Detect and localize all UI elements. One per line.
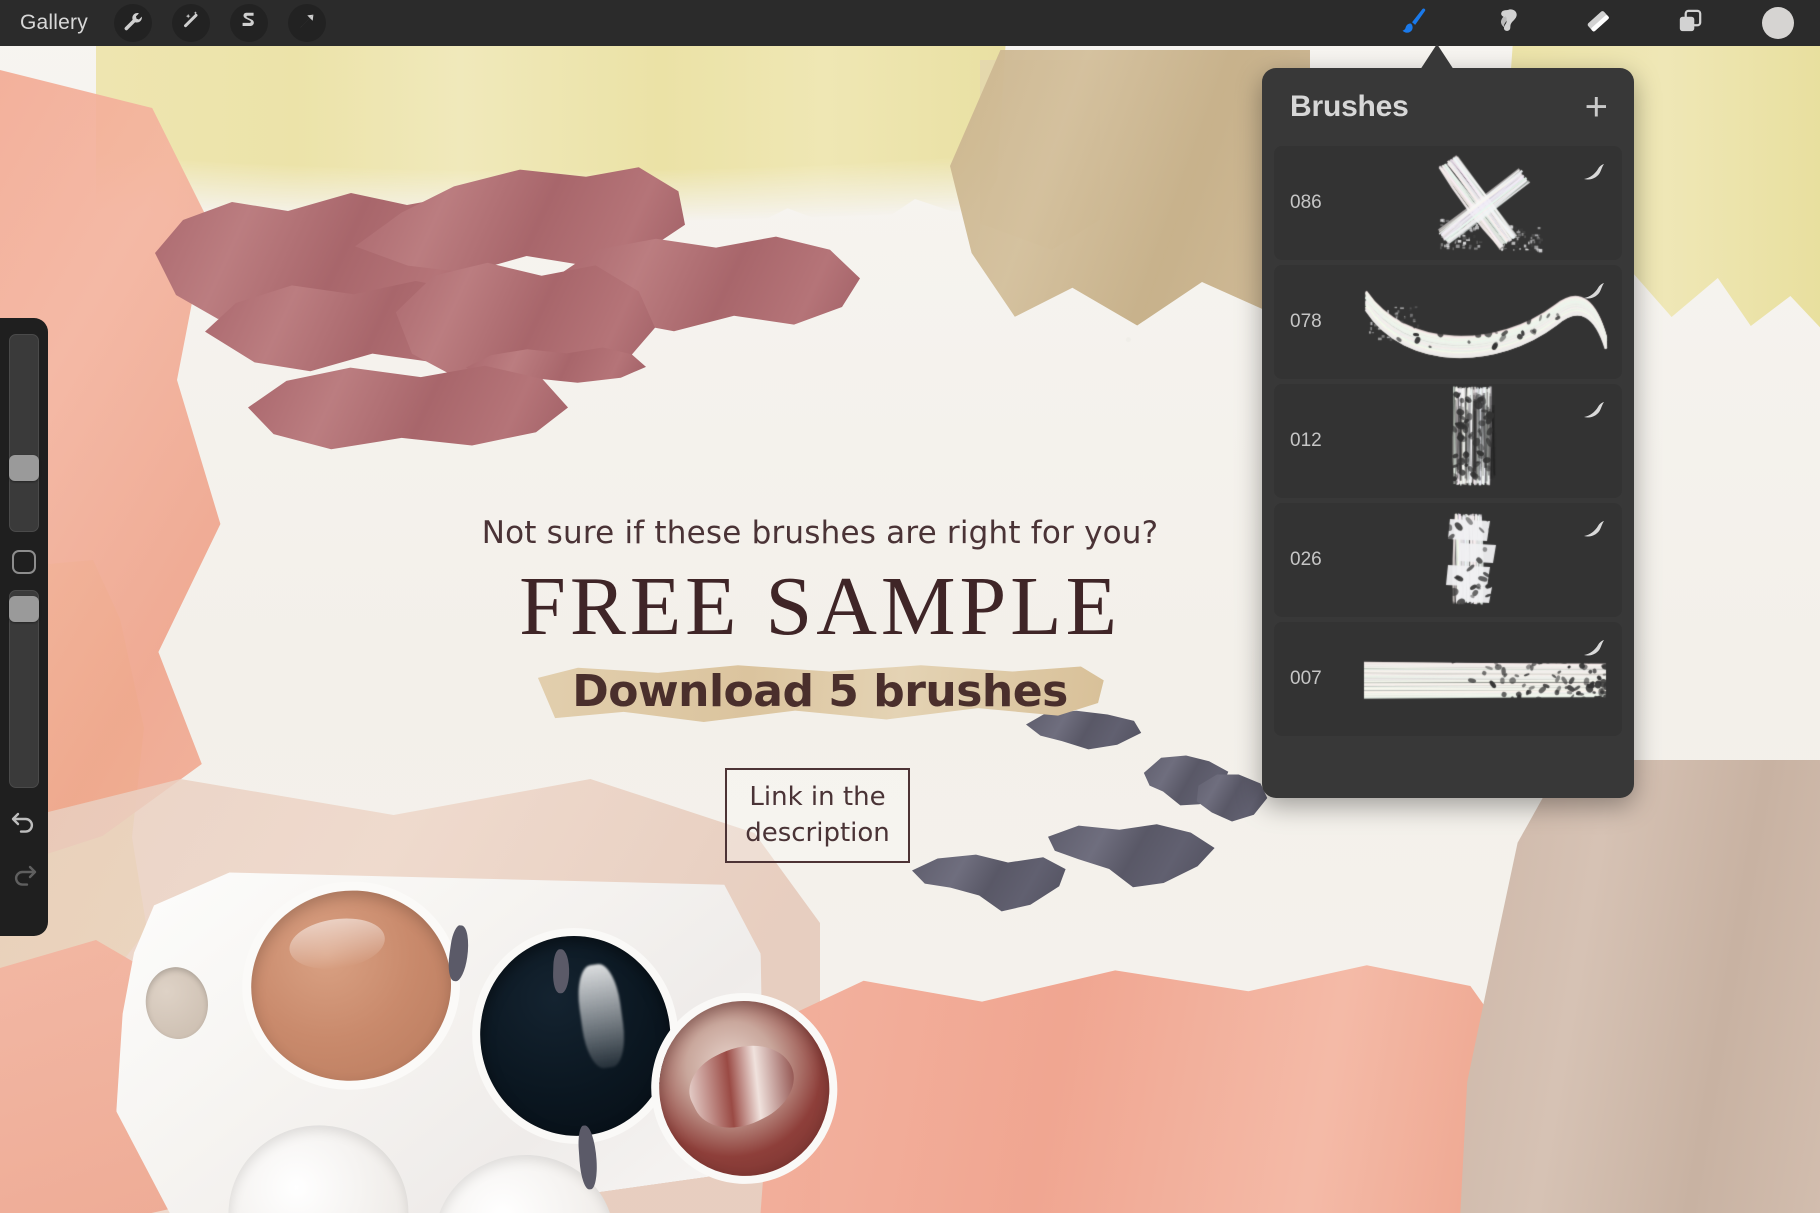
layers-icon <box>1675 6 1705 41</box>
top-toolbar: Gallery <box>0 0 1820 46</box>
brush-item-label: 012 <box>1290 430 1348 452</box>
paint-brush-icon <box>1399 6 1429 41</box>
brush-size-slider-knob[interactable] <box>9 455 39 481</box>
brush-item[interactable]: 078 <box>1274 265 1622 379</box>
brushes-panel: Brushes + 086 078 012 026 007 <box>1262 68 1634 798</box>
transform-button[interactable] <box>288 4 326 42</box>
smudge-icon <box>1491 6 1521 41</box>
color-swatch-button[interactable] <box>1762 7 1794 39</box>
actions-wrench-icon <box>122 10 144 37</box>
brush-stroke-preview-icon <box>1582 400 1608 422</box>
adjustments-button[interactable] <box>172 4 210 42</box>
brush-list: 086 078 012 026 007 <box>1262 146 1634 736</box>
brush-stroke-preview-icon <box>1582 162 1608 184</box>
paint-stroke-coral-bottom <box>760 960 1500 1213</box>
smudge-button[interactable] <box>1486 3 1526 43</box>
brush-item-label: 078 <box>1290 311 1348 333</box>
procreate-app: Not sure if these brushes are right for … <box>0 0 1820 1213</box>
eraser-icon <box>1583 6 1613 41</box>
undo-button[interactable] <box>9 808 39 841</box>
undo-arrow-icon <box>9 823 39 840</box>
brushes-panel-title: Brushes <box>1290 90 1409 124</box>
brush-thumbnail-cross-stroke <box>1348 146 1622 260</box>
paint-button[interactable] <box>1394 3 1434 43</box>
left-sidebar <box>0 318 48 936</box>
brush-item[interactable]: 086 <box>1274 146 1622 260</box>
brush-item-label: 026 <box>1290 549 1348 571</box>
redo-button[interactable] <box>9 861 39 894</box>
layers-button[interactable] <box>1670 3 1710 43</box>
add-brush-button[interactable]: + <box>1585 87 1608 127</box>
modify-button[interactable] <box>12 550 36 574</box>
adjustments-wand-icon <box>180 10 202 37</box>
eraser-button[interactable] <box>1578 3 1618 43</box>
brush-thumbnail-chunky-stroke <box>1348 503 1622 617</box>
brush-thumbnail-wave-stroke <box>1348 265 1622 379</box>
selection-icon <box>238 10 260 37</box>
brush-size-slider[interactable] <box>9 334 39 532</box>
actions-button[interactable] <box>114 4 152 42</box>
brush-item-label: 086 <box>1290 192 1348 214</box>
brush-thumbnail-dry-block-stroke <box>1348 384 1622 498</box>
transform-arrow-icon <box>296 10 318 37</box>
brush-item[interactable]: 026 <box>1274 503 1622 617</box>
brush-thumbnail-long-speckled-stroke <box>1348 622 1622 736</box>
selection-button[interactable] <box>230 4 268 42</box>
brush-stroke-preview-icon <box>1582 638 1608 660</box>
brush-stroke-preview-icon <box>1582 281 1608 303</box>
redo-arrow-icon <box>9 876 39 893</box>
right-tool-group <box>1394 3 1794 43</box>
brush-item[interactable]: 012 <box>1274 384 1622 498</box>
brush-item-label: 007 <box>1290 668 1348 690</box>
opacity-slider[interactable] <box>9 590 39 788</box>
paint-stroke-tan-right <box>950 50 1310 340</box>
brushes-panel-header: Brushes + <box>1262 68 1634 146</box>
brushes-panel-pointer <box>1420 44 1454 70</box>
gallery-button[interactable]: Gallery <box>20 11 88 35</box>
left-tool-group <box>114 4 326 42</box>
brush-stroke-preview-icon <box>1582 519 1608 541</box>
opacity-slider-knob[interactable] <box>9 596 39 622</box>
brush-item[interactable]: 007 <box>1274 622 1622 736</box>
